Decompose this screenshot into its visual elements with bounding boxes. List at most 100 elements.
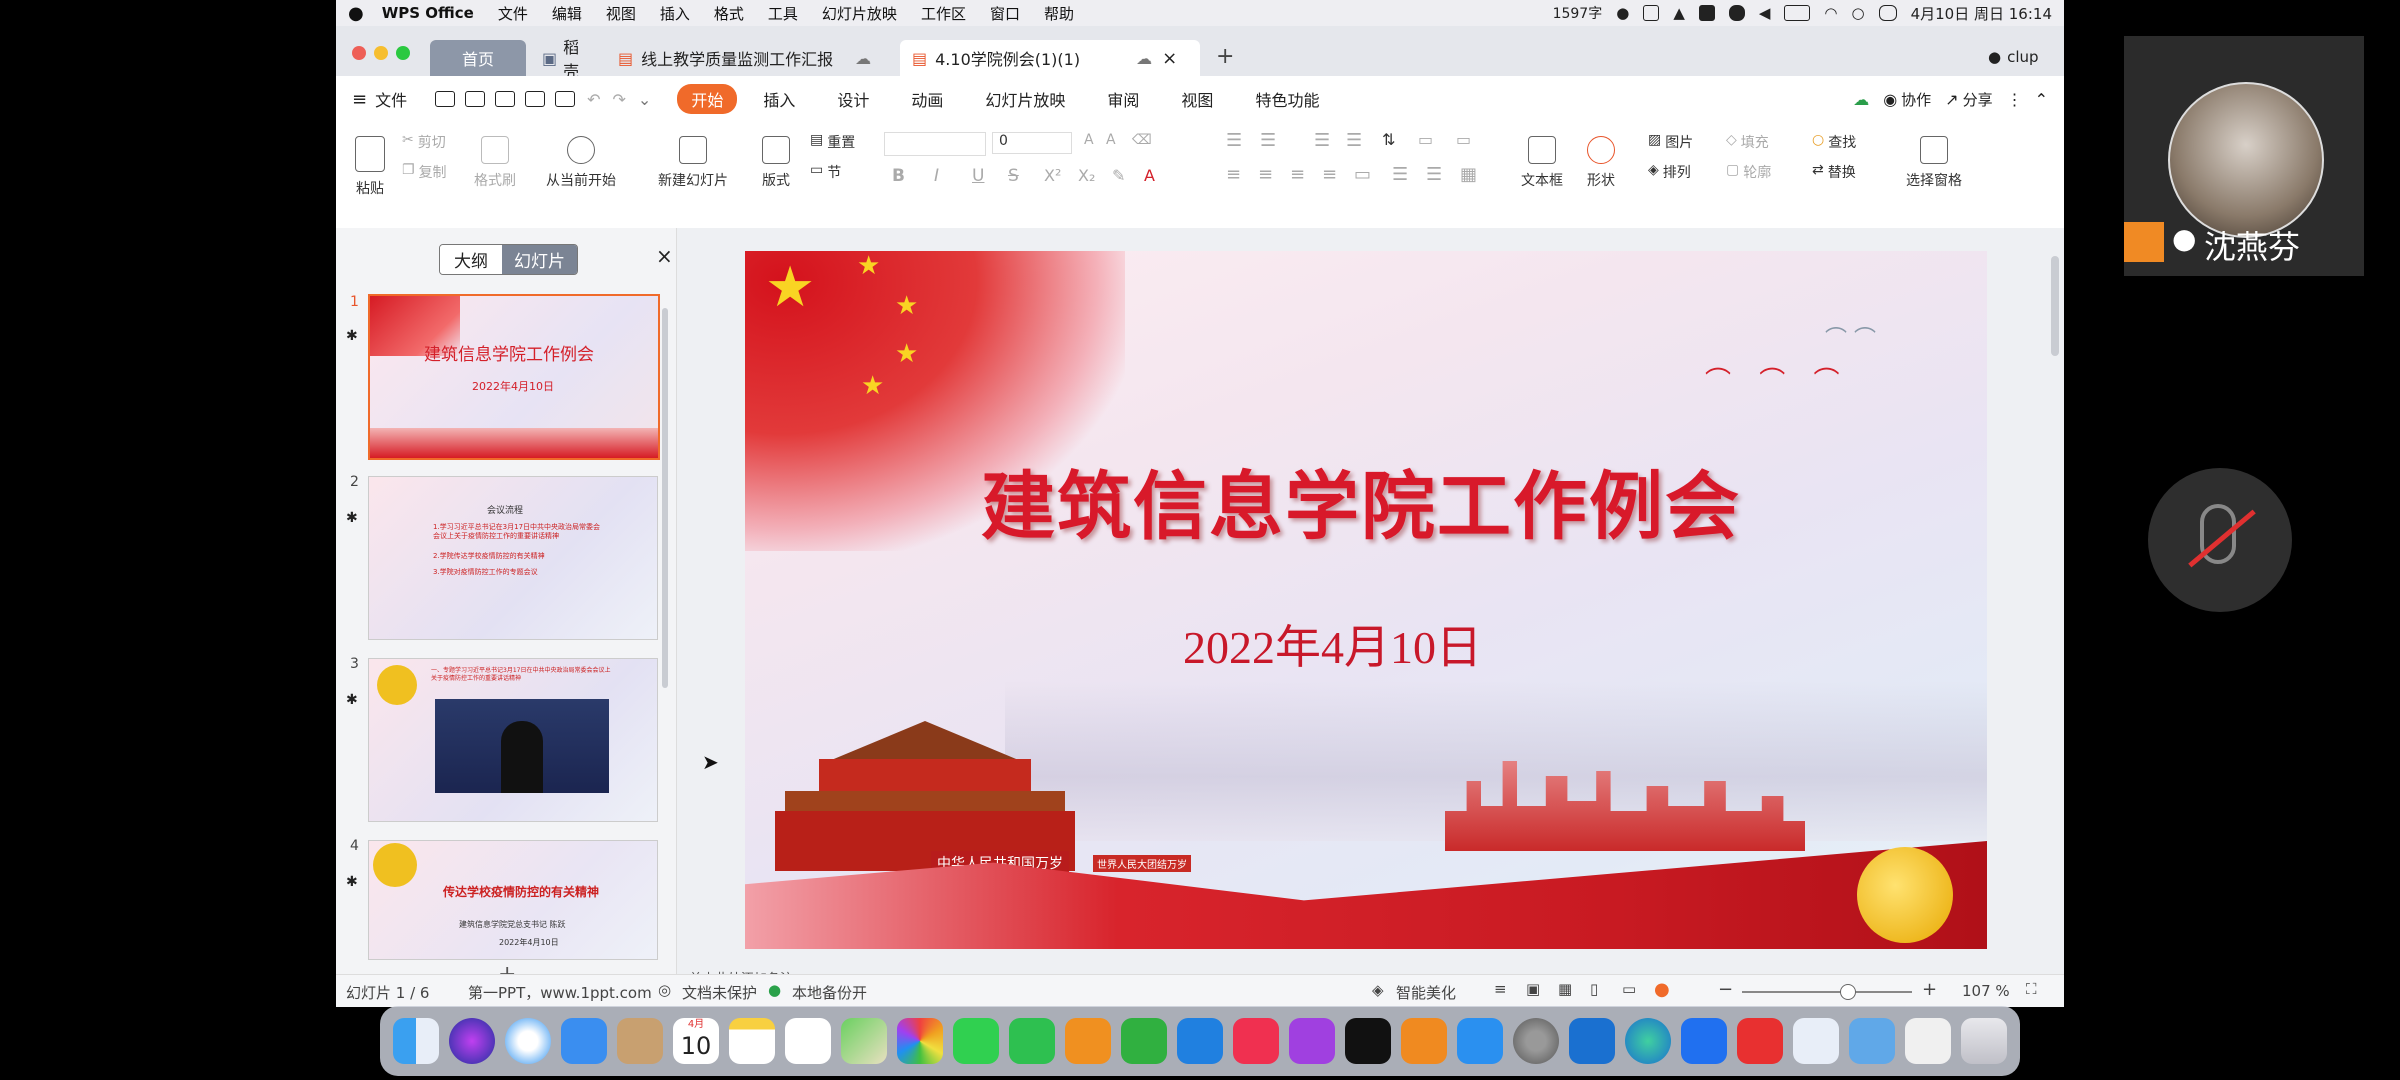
menu-tab-features[interactable]: 特色功能 [1255, 87, 1319, 111]
font-name-select[interactable] [884, 132, 986, 156]
superscript-icon[interactable]: X² [1044, 166, 1061, 185]
system-preferences-icon[interactable] [1513, 1018, 1559, 1064]
tab-home[interactable]: 首页 [430, 40, 526, 76]
align-left-icon[interactable]: ≡ [1226, 164, 1241, 185]
sync-icon[interactable] [1728, 5, 1745, 21]
normal-view-icon[interactable]: ▣ [1526, 980, 1540, 998]
close-tab-icon[interactable]: × [1162, 48, 1177, 69]
menu-insert[interactable]: 插入 [660, 3, 690, 24]
menu-slideshow[interactable]: 幻灯片放映 [822, 3, 897, 24]
mail-icon[interactable] [561, 1018, 607, 1064]
open-icon[interactable] [435, 91, 456, 107]
notes-icon[interactable] [729, 1018, 775, 1064]
menu-tab-home[interactable]: 开始 [677, 84, 738, 114]
trash-icon[interactable] [1961, 1018, 2007, 1064]
customize-icon[interactable]: ⌄ [638, 90, 651, 109]
control-center-icon[interactable] [1878, 5, 1897, 21]
menu-tab-animation[interactable]: 动画 [911, 87, 943, 111]
justify-icon[interactable]: ≡ [1322, 164, 1337, 185]
backup-status[interactable]: 本地备份开 [792, 982, 867, 1003]
sorter-view-icon[interactable]: ▦ [1558, 980, 1572, 998]
slide-thumb-1[interactable]: 建筑信息学院工作例会 2022年4月10日 [368, 294, 660, 460]
print-icon[interactable] [525, 91, 546, 107]
menu-tab-view[interactable]: 视图 [1181, 87, 1213, 111]
current-slide[interactable]: ★ ★ ★ ★ ★ ⌒ ⌒ ⌒ ⌒ ⌒ 建筑信息学院工作例会 2022年4月10… [745, 251, 1987, 949]
file-menu-button[interactable]: 文件 [375, 87, 407, 111]
protect-status[interactable]: 文档未保护 [682, 982, 757, 1003]
font-shrink-icon[interactable]: A [1106, 132, 1116, 148]
new-slide-button[interactable]: 新建幻灯片 [648, 136, 738, 190]
hamburger-icon[interactable]: ≡ [352, 89, 367, 110]
subscript-icon[interactable]: X₂ [1078, 166, 1095, 185]
siri-icon[interactable] [449, 1018, 495, 1064]
mute-button[interactable] [2148, 468, 2292, 612]
wifi-icon[interactable]: ◠ [1824, 4, 1837, 22]
menu-tab-review[interactable]: 审阅 [1107, 87, 1139, 111]
font-color-icon[interactable]: A [1144, 166, 1155, 185]
format-painter-button[interactable]: 格式刷 [470, 136, 520, 190]
close-window-button[interactable] [352, 46, 366, 60]
text-direction-icon[interactable]: ⇅ [1382, 130, 1395, 149]
reset-button[interactable]: ▤ 重置 [810, 132, 855, 152]
indent-decrease-icon[interactable]: ☰ [1314, 130, 1330, 151]
thumb-scrollbar[interactable] [662, 308, 668, 688]
menubar-clock[interactable]: 4月10日 周日 16:14 [1911, 3, 2052, 24]
edit-scrollbar[interactable] [2051, 256, 2059, 356]
collab-button[interactable]: 协作 [1901, 89, 1931, 110]
font-size-select[interactable]: 0 [992, 132, 1072, 154]
replace-button[interactable]: ⇄ 替换 [1812, 162, 1856, 182]
bold-icon[interactable]: B [892, 166, 905, 186]
presenter-view-icon[interactable]: ▭ [1622, 980, 1636, 998]
zoom-value[interactable]: 107 % [1962, 982, 2010, 1000]
user-account[interactable]: ● clup [1988, 48, 2039, 66]
minimize-window-button[interactable] [374, 46, 388, 60]
menu-help[interactable]: 帮助 [1044, 3, 1074, 24]
distribute-icon[interactable]: ▭ [1354, 164, 1371, 185]
selection-pane-button[interactable]: 选择窗格 [1902, 136, 1966, 190]
paste-button[interactable]: 粘贴 [346, 136, 394, 198]
slide-thumb-4[interactable]: 传达学校疫情防控的有关精神 建筑信息学院党总支书记 陈跃 2022年4月10日 [368, 840, 658, 960]
shape-button[interactable]: 形状 [1578, 136, 1624, 190]
fit-window-icon[interactable]: ⛶ [2026, 980, 2037, 998]
strikethrough-icon[interactable]: S [1008, 166, 1019, 186]
tab-docer[interactable]: ▣ 稻壳 [530, 38, 600, 81]
maps-icon[interactable] [841, 1018, 887, 1064]
zoom-slider[interactable] [1742, 984, 1912, 1000]
redo-icon[interactable]: ↷ [613, 90, 626, 109]
align-text-icon[interactable]: ▭ [1418, 130, 1433, 149]
tab-file-meeting[interactable]: ▤ 4.10学院例会(1)(1) ☁ × [900, 40, 1200, 76]
safari-icon[interactable] [505, 1018, 551, 1064]
convert-smartart-icon[interactable]: ▭ [1456, 130, 1471, 149]
downloads-folder-icon[interactable] [1849, 1018, 1895, 1064]
zoom-out-button[interactable]: − [1718, 979, 1733, 1000]
font-grow-icon[interactable]: A [1084, 132, 1094, 148]
menu-tab-insert[interactable]: 插入 [763, 87, 795, 111]
tab-file-report[interactable]: ▤ 线上教学质量监测工作汇报 ☁ [606, 40, 896, 76]
arrange-button[interactable]: ◈ 排列 [1648, 162, 1691, 182]
wps-icon[interactable] [1737, 1018, 1783, 1064]
close-pane-button[interactable]: × [656, 244, 673, 268]
underline-icon[interactable]: U [972, 166, 984, 186]
pages-icon[interactable] [1065, 1018, 1111, 1064]
volume-icon[interactable]: ◀ [1759, 4, 1771, 22]
tab-outline[interactable]: 大纲 [440, 245, 502, 274]
columns-icon[interactable]: ▦ [1460, 164, 1477, 185]
menu-app-name[interactable]: WPS Office [382, 4, 474, 22]
play-from-current-button[interactable]: 从当前开始 [536, 136, 626, 190]
maximize-window-button[interactable] [396, 46, 410, 60]
zoom-in-button[interactable]: + [1922, 979, 1937, 1000]
menu-format[interactable]: 格式 [714, 3, 744, 24]
menu-tab-slideshow[interactable]: 幻灯片放映 [985, 87, 1065, 111]
dingtalk-icon[interactable] [1793, 1018, 1839, 1064]
layout-button[interactable]: 版式 [750, 136, 802, 190]
play-slideshow-icon[interactable]: ● [1654, 979, 1670, 1000]
bird-icon[interactable]: ▲ [1673, 4, 1685, 22]
slide-thumb-3[interactable]: 一、专题学习习近平总书记3月17日在中共中央政治局常委会会议上关于疫情防控工作的… [368, 658, 658, 822]
battery-icon[interactable] [1784, 5, 1811, 21]
notes-toggle-icon[interactable]: ≡ [1494, 980, 1507, 998]
tab-slides[interactable]: 幻灯片 [502, 245, 577, 274]
copy-button[interactable]: ❐ 复制 [402, 162, 447, 182]
menu-workspace[interactable]: 工作区 [921, 3, 966, 24]
share-button[interactable]: 分享 [1963, 89, 1993, 110]
slide-title[interactable]: 建筑信息学院工作例会 [981, 447, 1741, 554]
